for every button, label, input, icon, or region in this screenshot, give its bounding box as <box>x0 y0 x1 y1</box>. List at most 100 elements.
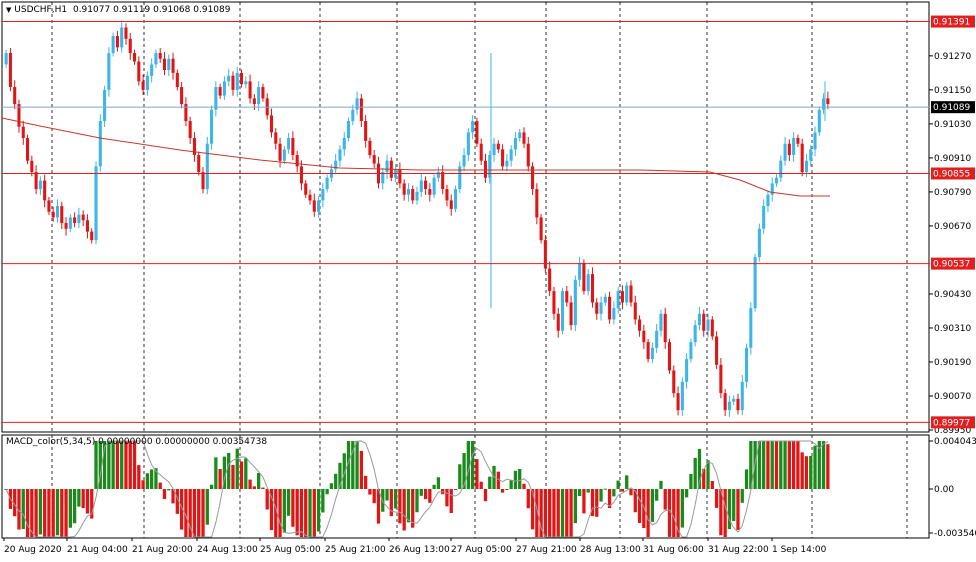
bear-candle[interactable] <box>483 160 488 178</box>
bear-candle[interactable] <box>141 81 145 90</box>
bull-candle[interactable] <box>282 149 286 161</box>
bear-candle[interactable] <box>582 262 586 292</box>
bull-candle[interactable] <box>603 296 607 303</box>
bull-candle[interactable] <box>513 138 517 150</box>
bear-candle[interactable] <box>171 58 175 73</box>
bear-candle[interactable] <box>81 214 85 221</box>
bull-candle[interactable] <box>655 330 659 348</box>
bear-candle[interactable] <box>723 393 727 411</box>
bear-candle[interactable] <box>539 217 543 241</box>
bull-candle[interactable] <box>740 381 744 411</box>
bull-candle[interactable] <box>355 98 359 110</box>
bull-candle[interactable] <box>94 166 98 241</box>
bull-candle[interactable] <box>749 308 753 348</box>
bear-candle[interactable] <box>411 189 415 201</box>
bull-candle[interactable] <box>415 191 419 201</box>
bear-candle[interactable] <box>719 364 723 394</box>
bear-candle[interactable] <box>30 160 34 173</box>
bull-candle[interactable] <box>650 347 654 360</box>
bull-candle[interactable] <box>4 53 8 65</box>
bull-candle[interactable] <box>757 228 761 258</box>
bear-candle[interactable] <box>715 336 719 365</box>
bull-candle[interactable] <box>406 189 410 195</box>
bull-candle[interactable] <box>509 149 513 161</box>
bull-candle[interactable] <box>222 81 226 96</box>
bull-candle[interactable] <box>689 342 693 360</box>
bull-candle[interactable] <box>338 149 342 161</box>
bear-candle[interactable] <box>710 319 714 337</box>
bull-candle[interactable] <box>244 81 248 85</box>
dropdown-triangle-icon[interactable]: ▼ <box>6 6 11 14</box>
bear-candle[interactable] <box>25 138 30 161</box>
bear-candle[interactable] <box>800 143 804 173</box>
bear-candle[interactable] <box>638 319 642 331</box>
bull-candle[interactable] <box>385 160 389 173</box>
bull-candle[interactable] <box>492 143 496 156</box>
bull-candle[interactable] <box>111 36 115 54</box>
bear-candle[interactable] <box>402 183 406 195</box>
bull-candle[interactable] <box>753 257 757 309</box>
bull-candle[interactable] <box>210 109 214 144</box>
bull-candle[interactable] <box>804 160 809 173</box>
bear-candle[interactable] <box>522 132 526 144</box>
bull-candle[interactable] <box>599 302 603 314</box>
bear-candle[interactable] <box>676 393 680 411</box>
bear-candle[interactable] <box>261 87 265 99</box>
bear-candle[interactable] <box>115 36 119 48</box>
bear-candle[interactable] <box>526 143 530 167</box>
chart-window[interactable]: 0.91270 0.91150 0.91030 0.90910 0.90790 0.906… <box>0 0 976 559</box>
bear-candle[interactable] <box>543 240 547 269</box>
bull-candle[interactable] <box>616 291 620 309</box>
bear-candle[interactable] <box>646 342 650 360</box>
bull-candle[interactable] <box>578 262 582 280</box>
bear-candle[interactable] <box>372 155 376 164</box>
bull-candle[interactable] <box>38 180 42 190</box>
bear-candle[interactable] <box>496 143 500 150</box>
bull-candle[interactable] <box>680 381 684 411</box>
bull-candle[interactable] <box>727 401 731 411</box>
bull-candle[interactable] <box>813 132 817 150</box>
bull-candle[interactable] <box>55 206 60 218</box>
bear-candle[interactable] <box>608 296 612 320</box>
bull-candle[interactable] <box>586 274 590 292</box>
bull-candle[interactable] <box>745 347 749 382</box>
bull-candle[interactable] <box>325 177 329 190</box>
bear-candle[interactable] <box>672 370 676 394</box>
bear-candle[interactable] <box>826 98 830 105</box>
bear-candle[interactable] <box>629 285 633 303</box>
bull-candle[interactable] <box>783 143 787 161</box>
bear-candle[interactable] <box>128 38 132 54</box>
bear-candle[interactable] <box>47 200 51 212</box>
bull-candle[interactable] <box>317 200 321 212</box>
bull-candle[interactable] <box>573 279 577 326</box>
bear-candle[interactable] <box>180 87 184 105</box>
bear-candle[interactable] <box>475 121 479 144</box>
bear-candle[interactable] <box>359 98 363 122</box>
bear-candle[interactable] <box>312 200 316 212</box>
bear-candle[interactable] <box>796 138 800 144</box>
bear-candle[interactable] <box>85 220 89 232</box>
bull-candle[interactable] <box>505 160 509 167</box>
bull-candle[interactable] <box>257 87 261 105</box>
bear-candle[interactable] <box>21 126 25 139</box>
bear-candle[interactable] <box>175 72 179 88</box>
bear-candle[interactable] <box>184 104 188 122</box>
bear-candle[interactable] <box>73 217 77 224</box>
bull-candle[interactable] <box>779 160 783 178</box>
bull-candle[interactable] <box>693 325 697 343</box>
bear-candle[interactable] <box>569 302 573 326</box>
bear-candle[interactable] <box>60 206 64 224</box>
bull-candle[interactable] <box>145 75 149 90</box>
bear-candle[interactable] <box>501 149 505 167</box>
bull-candle[interactable] <box>706 319 710 331</box>
bull-candle[interactable] <box>287 138 291 150</box>
bear-candle[interactable] <box>428 189 432 195</box>
bull-candle[interactable] <box>150 64 154 76</box>
bear-candle[interactable] <box>295 155 299 167</box>
bear-candle[interactable] <box>787 143 791 156</box>
bear-candle[interactable] <box>269 115 274 133</box>
bear-candle[interactable] <box>663 313 667 343</box>
bear-candle[interactable] <box>449 200 453 209</box>
bull-candle[interactable] <box>560 291 565 331</box>
bear-candle[interactable] <box>51 211 55 218</box>
